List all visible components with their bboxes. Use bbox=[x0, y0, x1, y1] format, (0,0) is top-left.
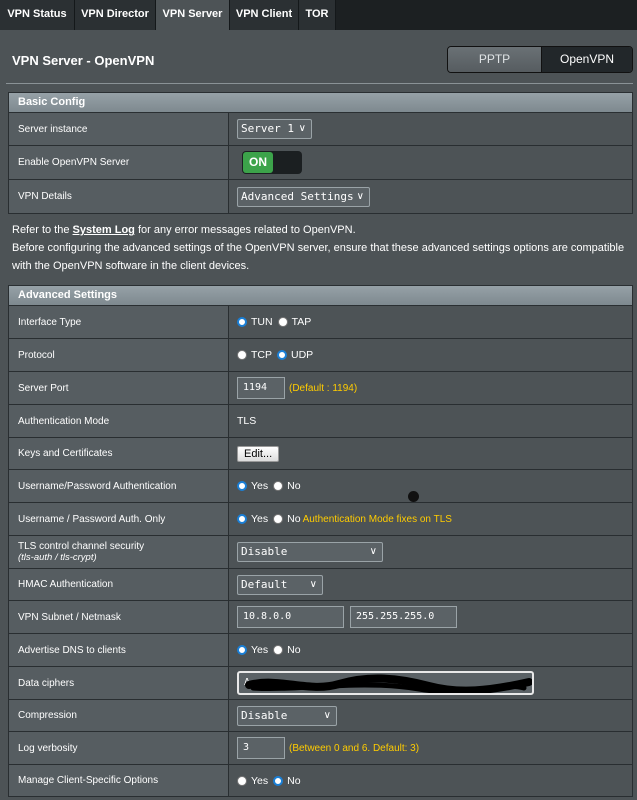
radio-client-no[interactable]: No bbox=[273, 775, 301, 787]
log-verbosity-label: Log verbosity bbox=[9, 732, 229, 764]
compression-row: Compression Disable ∨ bbox=[8, 700, 633, 732]
system-log-link[interactable]: System Log bbox=[73, 224, 135, 236]
server-port-hint: (Default : 1194) bbox=[289, 382, 358, 394]
keys-certs-row: Keys and Certificates Edit... bbox=[8, 438, 633, 470]
radio-client-yes[interactable]: Yes bbox=[237, 775, 268, 787]
hmac-row: HMAC Authentication Default ∨ bbox=[8, 569, 633, 601]
vpn-details-label: VPN Details bbox=[9, 180, 229, 213]
tls-control-label: TLS control channel security (tls-auth / … bbox=[9, 536, 229, 568]
server-port-label: Server Port bbox=[9, 372, 229, 404]
radio-tap[interactable]: TAP bbox=[277, 316, 311, 328]
client-specific-row: Manage Client-Specific Options Yes No bbox=[8, 765, 633, 797]
radio-dns-yes[interactable]: Yes bbox=[237, 644, 268, 656]
chevron-down-icon: ∨ bbox=[369, 546, 377, 557]
cursor-dot bbox=[408, 491, 419, 502]
openvpn-button[interactable]: OpenVPN bbox=[541, 47, 632, 72]
data-ciphers-label: Data ciphers bbox=[9, 667, 229, 699]
radio-userpass-only-yes[interactable]: Yes bbox=[237, 513, 268, 525]
top-tab-bar: VPN Status VPN Director VPN Server VPN C… bbox=[0, 0, 637, 30]
subnet-label: VPN Subnet / Netmask bbox=[9, 601, 229, 633]
radio-tcp[interactable]: TCP bbox=[237, 349, 272, 361]
interface-type-row: Interface Type TUN TAP bbox=[8, 306, 633, 339]
tab-vpn-director[interactable]: VPN Director bbox=[75, 0, 156, 30]
advanced-settings-header: Advanced Settings bbox=[8, 285, 633, 306]
chevron-down-icon: ∨ bbox=[356, 190, 364, 202]
hmac-select[interactable]: Default ∨ bbox=[237, 574, 323, 595]
vpn-details-select[interactable]: Advanced Settings ∨ bbox=[237, 186, 370, 207]
log-verbosity-input[interactable]: 3 bbox=[237, 737, 285, 759]
basic-config-header: Basic Config bbox=[8, 92, 633, 113]
client-specific-label: Manage Client-Specific Options bbox=[9, 765, 229, 796]
auth-mode-value: TLS bbox=[237, 415, 257, 427]
server-instance-label: Server instance bbox=[9, 113, 229, 145]
pptp-button[interactable]: PPTP bbox=[448, 47, 541, 72]
userpass-auth-label: Username/Password Authentication bbox=[9, 470, 229, 502]
chevron-down-icon: ∨ bbox=[309, 578, 317, 590]
log-verbosity-row: Log verbosity 3 (Between 0 and 6. Defaul… bbox=[8, 732, 633, 765]
tab-vpn-server[interactable]: VPN Server bbox=[156, 0, 230, 30]
userpass-only-label: Username / Password Auth. Only bbox=[9, 503, 229, 535]
compression-select[interactable]: Disable ∨ bbox=[237, 705, 337, 726]
protocol-switch: PPTP OpenVPN bbox=[447, 46, 633, 73]
advertise-dns-label: Advertise DNS to clients bbox=[9, 634, 229, 666]
subnet-input[interactable]: 10.8.0.0 bbox=[237, 606, 344, 628]
subnet-row: VPN Subnet / Netmask 10.8.0.0 255.255.25… bbox=[8, 601, 633, 634]
chevron-down-icon: ∨ bbox=[298, 123, 306, 134]
vpn-details-row: VPN Details Advanced Settings ∨ bbox=[8, 180, 633, 214]
log-verbosity-hint: (Between 0 and 6. Default: 3) bbox=[289, 742, 420, 754]
enable-server-toggle[interactable]: ON bbox=[242, 151, 302, 174]
server-port-input[interactable]: 1194 bbox=[237, 377, 285, 399]
advertise-dns-row: Advertise DNS to clients Yes No bbox=[8, 634, 633, 667]
userpass-auth-row: Username/Password Authentication Yes No bbox=[8, 470, 633, 503]
title-divider bbox=[6, 83, 633, 84]
redaction-scribble bbox=[245, 674, 532, 693]
protocol-label: Protocol bbox=[9, 339, 229, 371]
keys-certs-label: Keys and Certificates bbox=[9, 438, 229, 469]
userpass-only-row: Username / Password Auth. Only Yes No Au… bbox=[8, 503, 633, 536]
hmac-label: HMAC Authentication bbox=[9, 569, 229, 600]
netmask-input[interactable]: 255.255.255.0 bbox=[350, 606, 457, 628]
server-port-row: Server Port 1194 (Default : 1194) bbox=[8, 372, 633, 405]
protocol-row: Protocol TCP UDP bbox=[8, 339, 633, 372]
toggle-on-label: ON bbox=[243, 152, 273, 173]
radio-tun[interactable]: TUN bbox=[237, 316, 273, 328]
page-title: VPN Server - OpenVPN bbox=[12, 53, 155, 68]
auth-mode-row: Authentication Mode TLS bbox=[8, 405, 633, 438]
data-ciphers-input[interactable]: A bbox=[237, 671, 534, 695]
radio-userpass-no[interactable]: No bbox=[273, 480, 301, 492]
radio-dns-no[interactable]: No bbox=[273, 644, 301, 656]
tab-vpn-client[interactable]: VPN Client bbox=[230, 0, 299, 30]
data-ciphers-row: Data ciphers A bbox=[8, 667, 633, 700]
auth-mode-label: Authentication Mode bbox=[9, 405, 229, 437]
edit-keys-button[interactable]: Edit... bbox=[237, 445, 280, 462]
compression-label: Compression bbox=[9, 700, 229, 731]
server-instance-row: Server instance Server 1 ∨ bbox=[8, 113, 633, 146]
server-instance-select[interactable]: Server 1 ∨ bbox=[237, 119, 312, 139]
radio-udp[interactable]: UDP bbox=[277, 349, 313, 361]
userpass-only-hint: Authentication Mode fixes on TLS bbox=[302, 513, 452, 525]
interface-type-label: Interface Type bbox=[9, 306, 229, 338]
chevron-down-icon: ∨ bbox=[323, 709, 331, 721]
tab-tor[interactable]: TOR bbox=[299, 0, 336, 30]
compatibility-note: Before configuring the advanced settings… bbox=[12, 242, 625, 272]
tls-control-row: TLS control channel security (tls-auth / … bbox=[8, 536, 633, 569]
tls-control-select[interactable]: Disable ∨ bbox=[237, 542, 383, 562]
info-text: Refer to the System Log for any error me… bbox=[12, 221, 627, 275]
radio-userpass-only-no[interactable]: No bbox=[273, 513, 301, 525]
enable-server-label: Enable OpenVPN Server bbox=[9, 146, 229, 179]
enable-server-row: Enable OpenVPN Server ON bbox=[8, 146, 633, 180]
radio-userpass-yes[interactable]: Yes bbox=[237, 480, 268, 492]
tab-vpn-status[interactable]: VPN Status bbox=[0, 0, 75, 30]
